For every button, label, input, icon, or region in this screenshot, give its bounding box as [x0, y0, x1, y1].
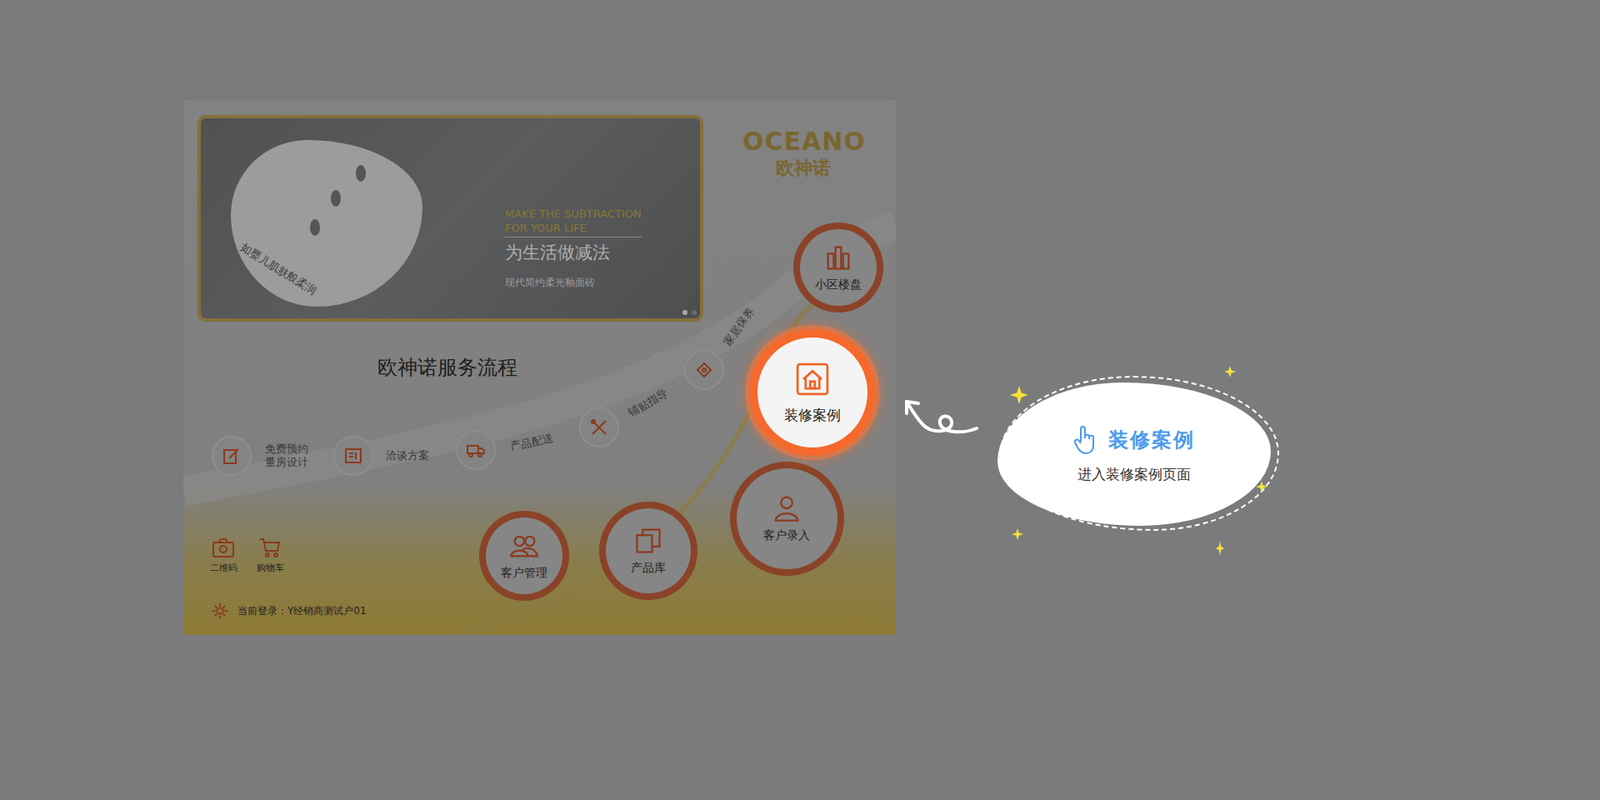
menu-button-face: 小区楼盘	[800, 229, 877, 306]
step-icon[interactable]	[579, 407, 620, 448]
menu-button-face: 产品库	[605, 508, 691, 594]
banner[interactable]: 如婴儿肌肤般柔润 MAKE THE SUBTRACTIONFOR YOUR LIF…	[197, 115, 704, 322]
pointing-hand-icon	[1073, 425, 1099, 455]
drop-icon	[694, 360, 715, 380]
footprint-icon	[310, 219, 320, 236]
cart-icon	[258, 536, 282, 559]
footprint-icon	[355, 165, 366, 182]
menu-button-label: 客户管理	[500, 565, 548, 581]
step-label-line: 免费预约	[265, 442, 309, 456]
tool-button[interactable]: 购物车	[255, 536, 285, 575]
step-label: 免费预约量房设计	[265, 442, 309, 470]
menu-button-label: 客户录入	[763, 528, 810, 544]
banner-text: MAKE THE SUBTRACTIONFOR YOUR LIFE为生活做减法现…	[505, 206, 642, 290]
menu-button-face: 装修案例	[757, 337, 868, 448]
callout-bubble: 装修案例进入装修案例页面	[997, 382, 1271, 526]
stack-icon	[633, 525, 664, 556]
tool-label: 二维码	[210, 561, 238, 575]
sparkle-icon	[1011, 528, 1024, 540]
sparkle-icon	[1224, 365, 1236, 378]
gear-icon[interactable]	[210, 601, 230, 620]
banner-badge: 如婴儿肌肤般柔润	[237, 240, 320, 299]
service-title: 欧神诺服务流程	[377, 354, 518, 381]
step-label: 洽谈方案	[385, 449, 430, 463]
menu-button[interactable]: 装修案例	[749, 329, 876, 456]
menu-button-face: 客户录入	[736, 468, 838, 570]
banner-dot[interactable]	[682, 310, 688, 315]
callout-title: 装修案例	[1108, 426, 1195, 454]
footprint-icon	[330, 190, 341, 207]
toolbar: 二维码 购物车	[208, 536, 285, 575]
menu-button-label: 产品库	[630, 560, 666, 576]
edit-icon	[221, 445, 242, 466]
banner-title: 为生活做减法	[505, 240, 642, 265]
callout-text: 进入装修案例页面	[1077, 465, 1191, 485]
headline-line: FOR YOUR LIFE	[505, 220, 642, 235]
truck-icon	[465, 440, 486, 460]
house-icon	[794, 360, 831, 398]
people-icon	[509, 530, 540, 561]
login-text: 当前登录：Y经销商测试户01	[237, 604, 367, 619]
camera-icon	[211, 536, 235, 559]
page: 如婴儿肌肤般柔润 MAKE THE SUBTRACTIONFOR YOUR LIF…	[0, 0, 1600, 800]
doc-icon	[343, 445, 364, 466]
menu-button-face: 客户管理	[485, 517, 563, 595]
step-label-line: 洽谈方案	[385, 449, 430, 463]
banner-subtitle: 现代简约柔光釉面砖	[505, 275, 642, 290]
menu-button-label: 小区楼盘	[815, 277, 862, 293]
logo-brand: OCEANO	[742, 126, 864, 156]
step-icon[interactable]	[684, 350, 725, 390]
status-bar: 当前登录：Y经销商测试户01	[210, 601, 367, 620]
banner-dots	[682, 310, 697, 315]
banner-headline: MAKE THE SUBTRACTIONFOR YOUR LIFE	[505, 206, 642, 238]
step-icon[interactable]	[455, 430, 496, 470]
step-icon[interactable]	[333, 435, 374, 476]
headline-line: MAKE THE SUBTRACTION	[505, 206, 642, 221]
buildings-icon	[823, 242, 854, 273]
callout-title-row: 装修案例	[1073, 425, 1195, 455]
app-screen: 如婴儿肌肤般柔润 MAKE THE SUBTRACTIONFOR YOUR LIF…	[183, 100, 896, 635]
menu-button[interactable]: 客户管理	[479, 510, 570, 601]
tool-button[interactable]: 二维码	[208, 536, 239, 575]
sparkle-icon	[1215, 540, 1225, 556]
menu-button[interactable]: 产品库	[599, 501, 698, 600]
tools-icon	[589, 417, 610, 438]
banner-blob: 如婴儿肌肤般柔润	[230, 140, 423, 307]
logo: OCEANO欧神诺	[742, 126, 864, 181]
logo-name: 欧神诺	[742, 155, 864, 181]
menu-button[interactable]: 客户录入	[730, 461, 845, 576]
pointer-arrow-icon	[900, 391, 984, 442]
tool-label: 购物车	[256, 561, 285, 575]
menu-button-label: 装修案例	[784, 405, 841, 425]
tip-callout: 装修案例进入装修案例页面	[997, 382, 1271, 526]
step-label-line: 量房设计	[265, 455, 309, 470]
step-icon[interactable]	[211, 435, 252, 476]
person-icon	[771, 493, 802, 524]
menu-button[interactable]: 小区楼盘	[793, 222, 884, 313]
sparkle-icon	[1010, 385, 1029, 405]
banner-dot[interactable]	[691, 310, 697, 315]
